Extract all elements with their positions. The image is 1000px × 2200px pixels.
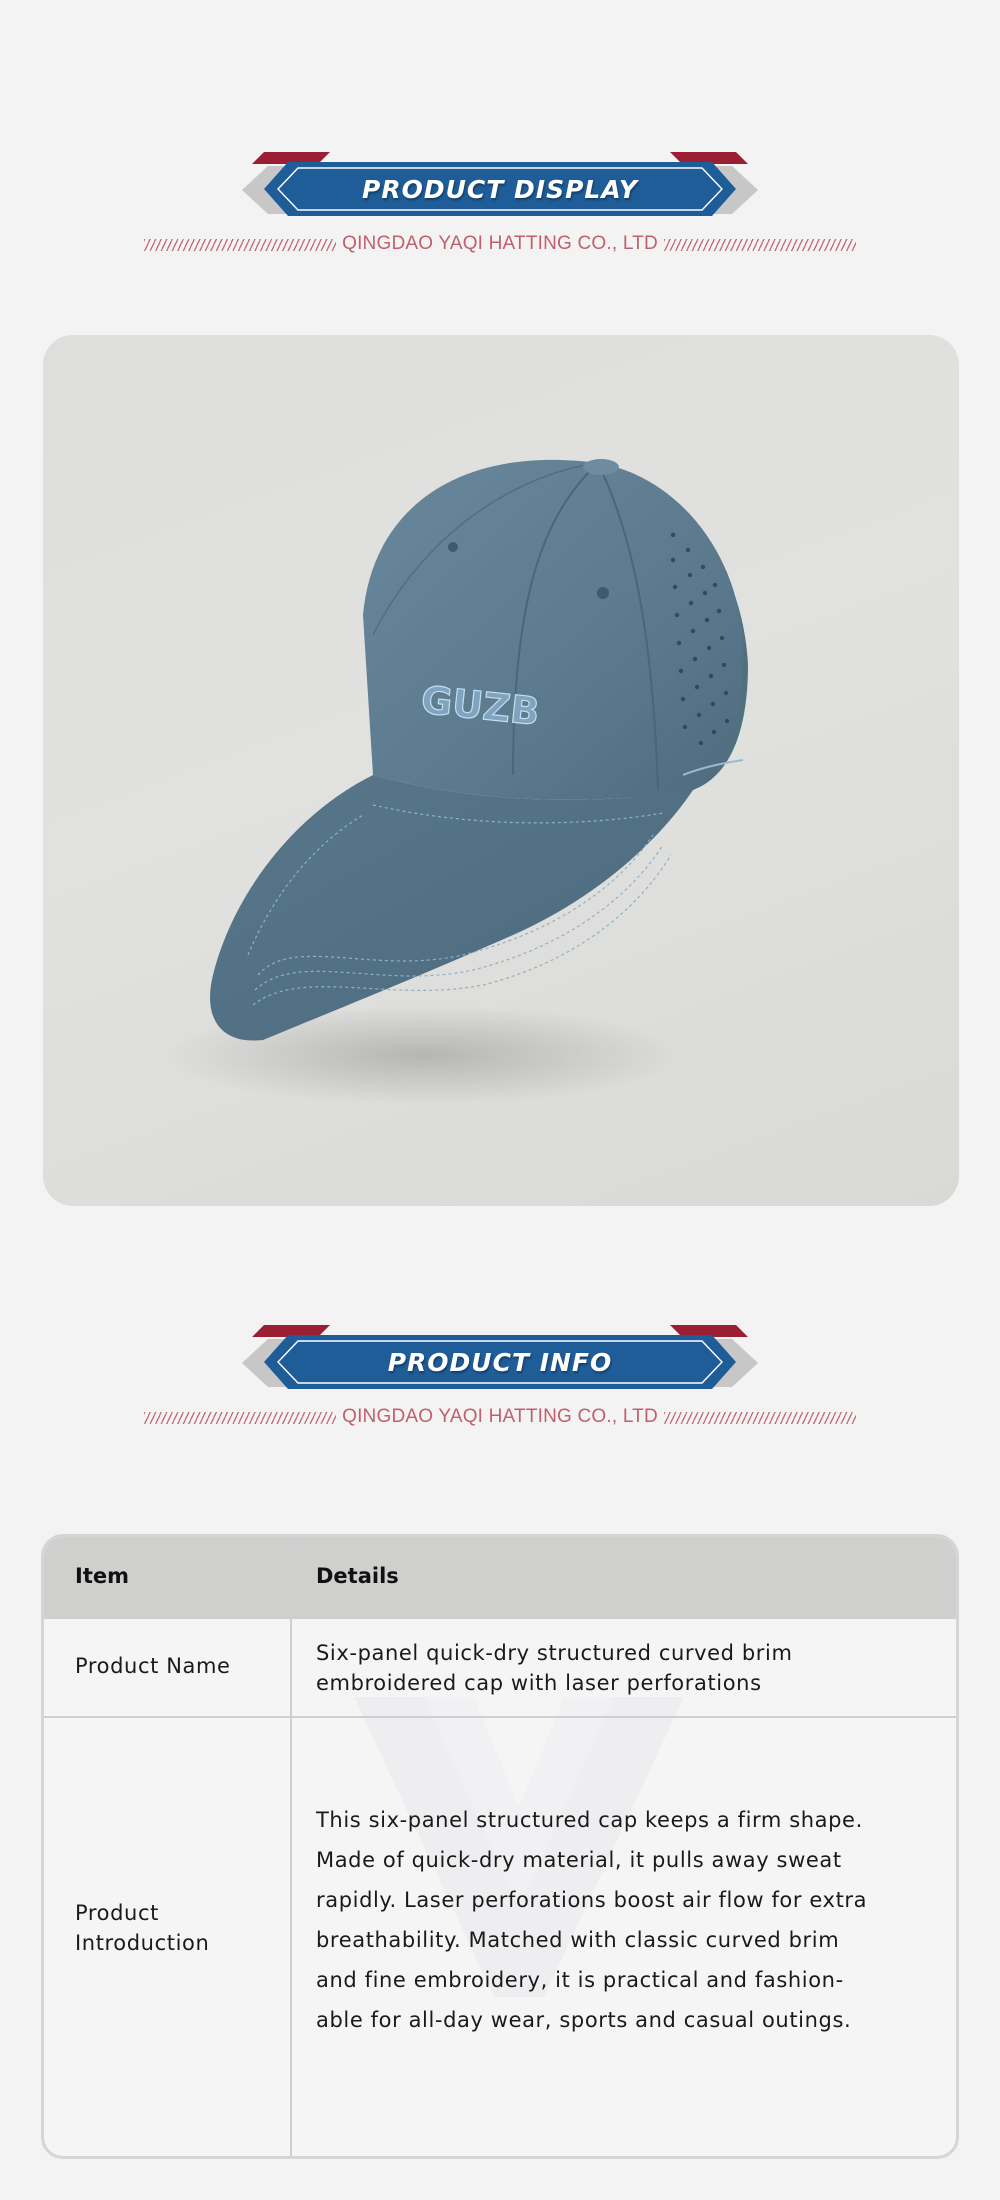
hatch-decoration: [664, 239, 856, 251]
hatch-decoration: [664, 1412, 856, 1424]
details-line: rapidly. Laser perforations boost air fl…: [316, 1888, 868, 1912]
details-line: Six-panel quick-dry structured curved br…: [316, 1641, 793, 1665]
item-line: Introduction: [75, 1931, 210, 1955]
column-divider: [290, 1537, 292, 2156]
row-divider: [44, 1716, 956, 1718]
section-header-display: PRODUCT DISPLAY QINGDAO YAQI HATTING CO.…: [0, 152, 1000, 272]
table-cell-item: Product Introduction: [75, 1898, 209, 1958]
details-line: breathability. Matched with classic curv…: [316, 1928, 840, 1952]
table-header-item: Item: [75, 1564, 129, 1588]
details-line: Made of quick-dry material, it pulls awa…: [316, 1848, 842, 1872]
row-divider: [44, 1617, 956, 1619]
company-row: QINGDAO YAQI HATTING CO., LTD: [0, 1403, 1000, 1431]
section-title: PRODUCT INFO: [387, 1348, 613, 1377]
details-line: embroidered cap with laser perforations: [316, 1671, 762, 1695]
company-row: QINGDAO YAQI HATTING CO., LTD: [0, 230, 1000, 258]
table-cell-details: Six-panel quick-dry structured curved br…: [316, 1638, 793, 1698]
table-cell-details: This six-panel structured cap keeps a fi…: [316, 1800, 867, 2040]
table-cell-item: Product Name: [75, 1654, 231, 1678]
details-line: This six-panel structured cap keeps a fi…: [316, 1808, 863, 1832]
section-title: PRODUCT DISPLAY: [362, 175, 638, 204]
product-info-table: Item Details Product Name Six-panel quic…: [41, 1534, 959, 2159]
details-line: and fine embroidery, it is practical and…: [316, 1968, 844, 1992]
details-line: able for all-day wear, sports and casual…: [316, 2008, 852, 2032]
item-line: Product: [75, 1901, 159, 1925]
section-header-info: PRODUCT INFO QINGDAO YAQI HATTING CO., L…: [0, 1325, 1000, 1445]
table-header-row: [44, 1537, 956, 1617]
table-header-details: Details: [316, 1564, 399, 1588]
product-photo: GUZB: [43, 335, 959, 1206]
